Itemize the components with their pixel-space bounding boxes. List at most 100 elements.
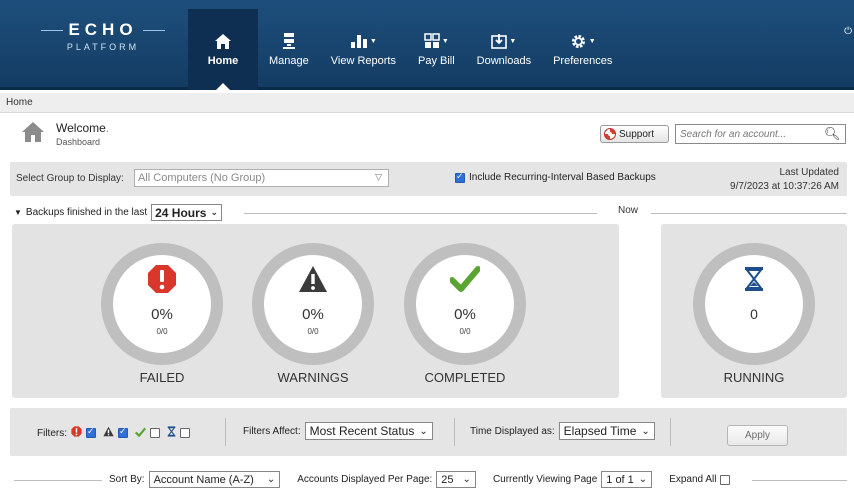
chevron-down-icon: ⌄ [641, 425, 650, 437]
hourglass-icon [705, 264, 803, 294]
group-select[interactable]: All Computers (No Group) ▽ [134, 169, 389, 187]
nav-home-label: Home [207, 55, 239, 67]
time-range-select[interactable]: 24 Hours ⌄ [151, 204, 223, 221]
completed-ring[interactable]: 0% 0/0 [404, 243, 526, 365]
running-ring[interactable]: 0 [693, 243, 815, 365]
warnings-count: 0/0 [307, 327, 319, 336]
breadcrumb: Home [0, 93, 854, 113]
last-updated-value: 9/7/2023 at 10:37:26 AM [730, 181, 839, 192]
divider [225, 418, 226, 446]
brand-name: ECHO [68, 20, 138, 39]
group-select-value: All Computers (No Group) [138, 172, 266, 184]
nav-preferences-label: Preferences [553, 55, 613, 67]
divider [14, 480, 102, 481]
filters-affect-control: Filters Affect: Most Recent Status ⌄ [243, 422, 433, 440]
time-display-control: Time Displayed as: Elapsed Time ⌄ [470, 422, 655, 440]
running-status-panel: 0 RUNNING [661, 224, 847, 398]
warnings-ring[interactable]: 0% 0/0 [252, 243, 374, 365]
filter-running-checkbox[interactable] [180, 428, 190, 438]
recurring-backups-label: Include Recurring-Interval Based Backups [469, 172, 656, 183]
nav-pay-bill-label: Pay Bill [417, 55, 455, 67]
house-icon [20, 120, 46, 147]
last-updated: Last Updated 9/7/2023 at 10:37:26 AM [730, 166, 839, 194]
search-input[interactable] [676, 125, 824, 143]
backup-status-panel: 0% 0/0 FAILED 0% 0/0 WARNINGS 0% 0/0 COM… [12, 224, 619, 398]
sort-controls: Sort By: Account Name (A-Z) ⌄ Accounts D… [109, 471, 731, 488]
filter-bar: Filters: Filters Affect: Most Recent Sta… [10, 408, 847, 456]
nav-downloads[interactable]: ▼ Downloads [466, 9, 542, 90]
sort-select[interactable]: Account Name (A-Z) ⌄ [148, 471, 281, 488]
divider [752, 480, 847, 481]
nav-preferences[interactable]: ▼ Preferences [542, 9, 623, 90]
warnings-label: WARNINGS [277, 370, 349, 385]
checkmark-icon [134, 427, 147, 440]
chevron-down-icon: ▽ [375, 172, 382, 182]
collapse-triangle-icon[interactable]: ▼ [14, 208, 22, 217]
page-title: Welcome [56, 120, 106, 135]
echo-platform-logo[interactable]: ECHO PLATFORM [28, 20, 178, 70]
lifebuoy-icon [604, 128, 616, 140]
power-icon[interactable]: ⏻ [844, 26, 852, 37]
nav-downloads-label: Downloads [476, 55, 532, 67]
viewing-page-select[interactable]: 1 of 1 ⌄ [601, 471, 653, 488]
time-display-select[interactable]: Elapsed Time ⌄ [558, 422, 655, 440]
download-icon [491, 34, 508, 49]
filters-affect-label: Filters Affect: [243, 425, 301, 437]
time-range-value: 24 Hours [155, 205, 207, 220]
nav-pay-bill-icon-group: ▼ [424, 32, 449, 50]
chevron-down-icon: ⌄ [462, 474, 471, 485]
group-filter-bar: Select Group to Display: All Computers (… [10, 162, 847, 196]
completed-count: 0/0 [459, 327, 471, 336]
now-label: Now [618, 205, 639, 216]
chevron-down-icon: ▼ [588, 37, 596, 45]
failed-label: FAILED [139, 370, 185, 385]
filter-failed-checkbox[interactable] [86, 426, 96, 438]
expand-all-checkbox[interactable] [720, 474, 731, 485]
sort-label: Sort By: [109, 474, 145, 485]
search-icon[interactable]: 🔍︎ [824, 126, 841, 142]
per-page-select[interactable]: 25 ⌄ [436, 471, 476, 488]
breadcrumb-home[interactable]: Home [6, 97, 33, 108]
failed-count: 0/0 [156, 327, 168, 336]
chevron-down-icon: ⌄ [419, 425, 428, 437]
bar-chart-icon [350, 35, 367, 48]
divider [244, 213, 597, 214]
recurring-backups-option: Include Recurring-Interval Based Backups [455, 171, 656, 183]
divider [670, 418, 671, 446]
checkmark-icon [416, 264, 514, 294]
filters-affect-value: Most Recent Status [309, 424, 415, 438]
nav-view-reports[interactable]: ▼ View Reports [320, 9, 407, 90]
chevron-down-icon: ⌄ [266, 474, 276, 485]
time-range-label: Backups finished in the last [25, 207, 148, 218]
warnings-percent: 0% [302, 306, 324, 323]
support-button[interactable]: Support [600, 125, 669, 143]
viewing-page-label: Currently Viewing Page [492, 474, 598, 485]
hourglass-icon [167, 426, 176, 440]
time-display-label: Time Displayed as: [470, 425, 555, 437]
apply-button[interactable]: Apply [727, 425, 788, 446]
chevron-down-icon: ▼ [441, 37, 449, 45]
nav-pay-bill[interactable]: ▼ Pay Bill [407, 9, 466, 90]
server-icon [282, 32, 296, 50]
time-range-control: ▼ Backups finished in the last 24 Hours … [14, 204, 223, 221]
chevron-down-icon: ⌄ [638, 474, 648, 485]
time-display-value: Elapsed Time [563, 424, 637, 438]
page-header: Welcome. Dashboard [20, 120, 109, 147]
nav-downloads-icon-group: ▼ [491, 32, 516, 50]
failed-ring[interactable]: 0% 0/0 [101, 243, 223, 365]
expand-all-label: Expand All [669, 474, 717, 485]
nav-home[interactable]: Home [188, 9, 258, 90]
last-updated-label: Last Updated [779, 167, 840, 178]
error-octagon-icon [71, 426, 82, 440]
grid-icon [424, 33, 440, 48]
completed-label: COMPLETED [424, 370, 506, 385]
recurring-backups-checkbox[interactable] [455, 171, 465, 183]
nav-manage[interactable]: Manage [258, 9, 320, 90]
home-icon [214, 32, 232, 50]
filters-label: Filters: [37, 427, 67, 439]
viewing-page-value: 1 of 1 [606, 473, 634, 486]
status-filters: Filters: [37, 426, 190, 440]
filter-warnings-checkbox[interactable] [118, 426, 128, 438]
filters-affect-select[interactable]: Most Recent Status ⌄ [304, 422, 433, 440]
filter-completed-checkbox[interactable] [150, 428, 160, 438]
